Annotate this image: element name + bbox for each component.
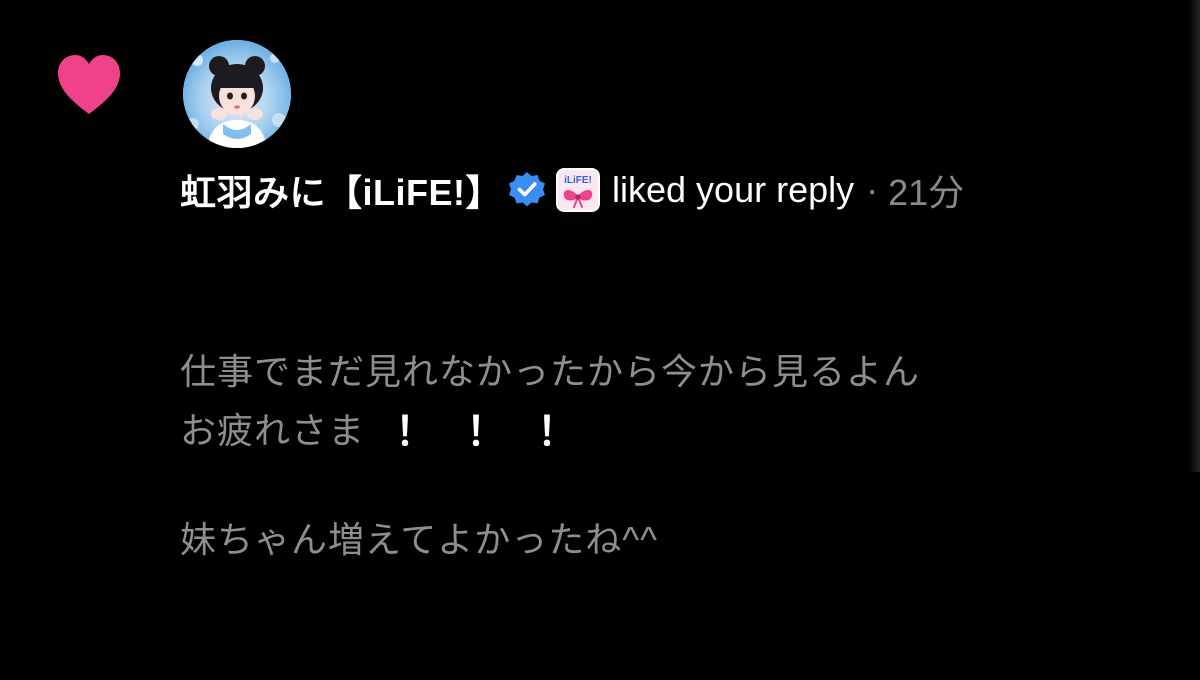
verified-badge-icon bbox=[509, 172, 545, 207]
affiliate-badge-icon[interactable]: iLiFE! bbox=[556, 168, 600, 212]
svg-text:iLiFE!: iLiFE! bbox=[564, 175, 592, 186]
exclamation-mark: ！ bbox=[395, 410, 437, 454]
exclamation-mark: ！ bbox=[537, 410, 579, 454]
timestamp: 21分 bbox=[888, 172, 965, 213]
scroll-edge bbox=[1188, 0, 1200, 472]
reply-text-line: 仕事でまだ見れなかったから今から見るよん bbox=[180, 351, 921, 392]
notification-header: 虹羽みに【iLiFE!】 iLiFE! liked your reply · 2… bbox=[180, 162, 964, 218]
reply-text-line: 妹ちゃん増えてよかったね^^ bbox=[180, 519, 658, 560]
profile-avatar[interactable] bbox=[183, 40, 291, 148]
separator-dot: · bbox=[866, 169, 879, 210]
reply-text-line: お疲れさま bbox=[180, 410, 366, 451]
notification-item[interactable]: 虹羽みに【iLiFE!】 iLiFE! liked your reply · 2… bbox=[0, 0, 1200, 560]
exclamation-mark: ！ bbox=[466, 410, 508, 454]
notification-action-text: liked your reply bbox=[612, 169, 855, 210]
reply-closing-line: お疲れさま ！ ！ ！ bbox=[180, 400, 578, 456]
display-name[interactable]: 虹羽みに【iLiFE!】 bbox=[180, 164, 502, 216]
heart-icon bbox=[58, 55, 120, 114]
